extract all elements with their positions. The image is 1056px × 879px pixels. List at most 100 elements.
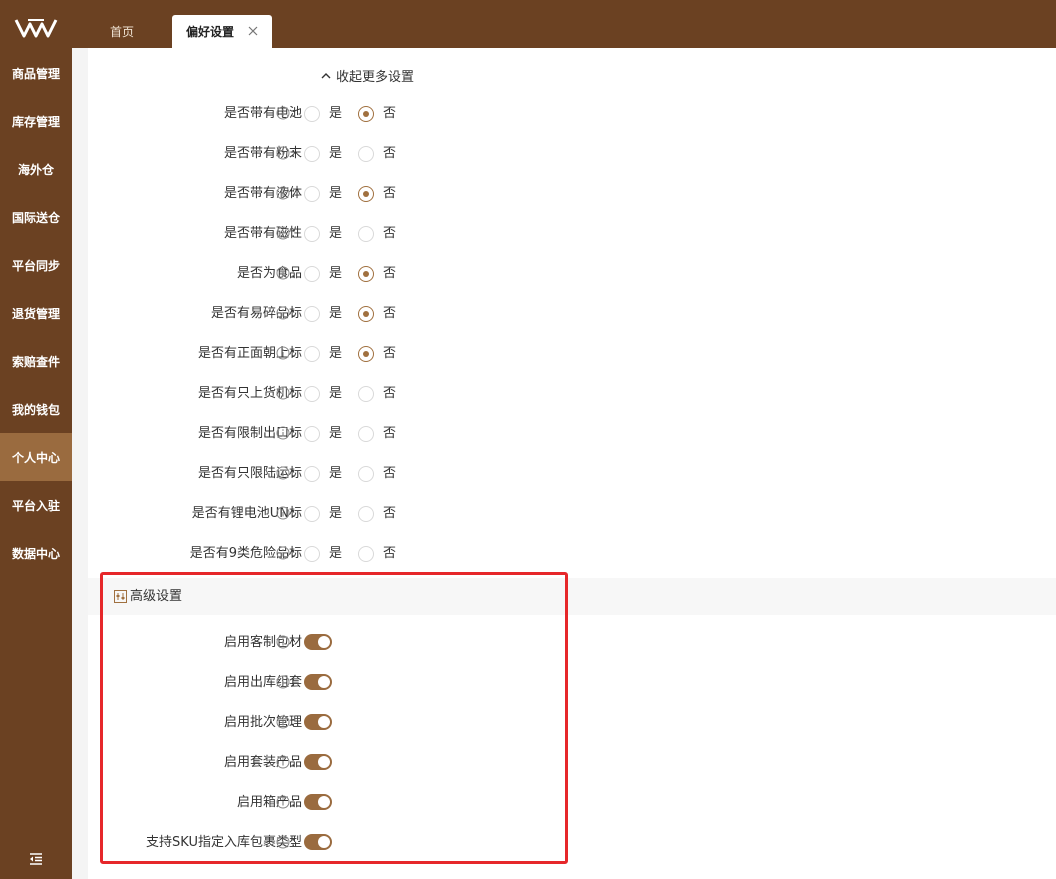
info-icon[interactable] [276,186,290,200]
radio-yes-label[interactable]: 是 [329,384,342,404]
radio-yes-label[interactable]: 是 [329,224,342,244]
toggle-switch[interactable] [304,754,332,770]
radio-no[interactable] [358,106,374,122]
radio-no[interactable] [358,386,374,402]
info-icon[interactable] [276,146,290,160]
menu-fold-icon[interactable] [28,851,44,867]
info-icon[interactable] [276,306,290,320]
sidebar-item-claims[interactable]: 索赔查件 [0,337,72,385]
info-icon[interactable] [276,635,290,649]
tab-preferences[interactable]: 偏好设置 [172,15,272,48]
radio-yes[interactable] [304,146,320,162]
setting-row: 是否有易碎品标: 是否 [88,304,688,324]
sidebar-item-international-shipping[interactable]: 国际送仓 [0,193,72,241]
radio-no[interactable] [358,466,374,482]
info-icon[interactable] [276,466,290,480]
radio-no[interactable] [358,426,374,442]
info-icon[interactable] [276,835,290,849]
radio-no-label[interactable]: 否 [383,144,396,164]
radio-yes-label[interactable]: 是 [329,504,342,524]
info-icon[interactable] [276,386,290,400]
sidebar-item-platform-onboarding[interactable]: 平台入驻 [0,481,72,529]
info-icon[interactable] [276,795,290,809]
info-icon[interactable] [276,106,290,120]
info-icon[interactable] [276,546,290,560]
setting-row: 是否有限制出口标: 是否 [88,424,688,444]
radio-no-label[interactable]: 否 [383,184,396,204]
radio-yes-label[interactable]: 是 [329,144,342,164]
radio-no-label[interactable]: 否 [383,384,396,404]
radio-yes[interactable] [304,346,320,362]
logo-icon[interactable] [14,14,58,42]
main-area: 收起更多设置 是否带有电池: 是否是否带有粉末: 是否是否带有液体: 是否是否带有磁性… [72,48,1056,879]
radio-yes[interactable] [304,466,320,482]
sidebar-item-personal-center[interactable]: 个人中心 [0,433,72,481]
radio-no-label[interactable]: 否 [383,544,396,564]
radio-yes-label[interactable]: 是 [329,264,342,284]
radio-no[interactable] [358,306,374,322]
collapse-more-settings-link[interactable]: 收起更多设置 [320,66,414,85]
sidebar-item-products[interactable]: 商品管理 [0,49,72,97]
toggle-switch[interactable] [304,634,332,650]
info-icon[interactable] [276,346,290,360]
info-icon[interactable] [276,506,290,520]
info-icon[interactable] [276,266,290,280]
radio-yes[interactable] [304,506,320,522]
radio-no-label[interactable]: 否 [383,224,396,244]
colon: : [291,306,296,321]
info-icon[interactable] [276,426,290,440]
radio-yes-label[interactable]: 是 [329,544,342,564]
radio-no[interactable] [358,346,374,362]
radio-yes-label[interactable]: 是 [329,104,342,124]
sidebar-item-returns[interactable]: 退货管理 [0,289,72,337]
sidebar-item-wallet[interactable]: 我的钱包 [0,385,72,433]
colon: : [291,635,296,650]
settings-panel: 收起更多设置 是否带有电池: 是否是否带有粉末: 是否是否带有液体: 是否是否带有磁性… [88,48,1056,879]
radio-yes-label[interactable]: 是 [329,344,342,364]
toggle-switch[interactable] [304,714,332,730]
radio-no-label[interactable]: 否 [383,424,396,444]
setting-row: 是否带有液体: 是否 [88,184,688,204]
radio-no[interactable] [358,186,374,202]
radio-no-label[interactable]: 否 [383,264,396,284]
radio-yes[interactable] [304,266,320,282]
radio-yes[interactable] [304,546,320,562]
sidebar-item-overseas-warehouse[interactable]: 海外仓 [0,145,72,193]
tab-home[interactable]: 首页 [110,15,134,48]
info-icon[interactable] [276,755,290,769]
radio-no[interactable] [358,546,374,562]
radio-no-label[interactable]: 否 [383,504,396,524]
radio-no[interactable] [358,506,374,522]
radio-no[interactable] [358,266,374,282]
toggle-switch[interactable] [304,834,332,850]
radio-yes[interactable] [304,306,320,322]
sidebar-item-inventory[interactable]: 库存管理 [0,97,72,145]
radio-yes[interactable] [304,386,320,402]
radio-no-label[interactable]: 否 [383,304,396,324]
radio-yes[interactable] [304,226,320,242]
radio-yes[interactable] [304,186,320,202]
info-icon[interactable] [276,715,290,729]
radio-yes-label[interactable]: 是 [329,424,342,444]
info-icon[interactable] [276,226,290,240]
setting-row: 是否为食品: 是否 [88,264,688,284]
radio-yes[interactable] [304,426,320,442]
radio-no[interactable] [358,226,374,242]
radio-yes[interactable] [304,106,320,122]
colon: : [291,755,296,770]
info-icon[interactable] [276,675,290,689]
setting-row: 是否有9类危险品标: 是否 [88,544,688,564]
colon: : [291,546,296,561]
radio-no-label[interactable]: 否 [383,344,396,364]
radio-yes-label[interactable]: 是 [329,304,342,324]
sidebar-item-platform-sync[interactable]: 平台同步 [0,241,72,289]
radio-no-label[interactable]: 否 [383,104,396,124]
close-icon[interactable] [248,26,258,36]
radio-yes-label[interactable]: 是 [329,464,342,484]
radio-no[interactable] [358,146,374,162]
radio-no-label[interactable]: 否 [383,464,396,484]
sidebar-item-data-center[interactable]: 数据中心 [0,529,72,577]
toggle-switch[interactable] [304,794,332,810]
radio-yes-label[interactable]: 是 [329,184,342,204]
toggle-switch[interactable] [304,674,332,690]
